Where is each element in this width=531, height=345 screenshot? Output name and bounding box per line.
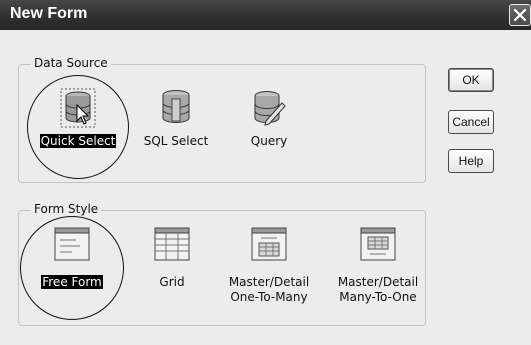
data-source-label: Quick Select [30,134,126,149]
master-detail-one-to-many-icon [221,227,317,267]
cancel-button[interactable]: Cancel [448,110,494,134]
free-form-label-wrap: Free Form [24,275,120,290]
help-button[interactable]: Help [448,149,494,173]
freeform-icon [24,227,120,267]
ok-button[interactable]: OK [448,68,494,92]
grid-icon [124,227,220,267]
master-detail-one-to-many-sublabel: One-To-Many [230,290,308,304]
form-style-group-label: Form Style [31,202,102,216]
data-source-group-label: Data Source [31,56,111,70]
master-detail-many-to-one-icon [330,227,426,267]
sql-select-label: SQL Select [143,134,209,148]
query-label: Query [250,134,288,148]
database-cursor-icon [30,88,126,128]
window-title: New Form [10,5,88,22]
free-form-label: Free Form [41,275,103,289]
close-icon [513,8,527,22]
new-form-dialog: New Form Data Source Quick Select SQL Se… [0,0,531,345]
master-detail-many-to-one-sublabel: Many-To-One [339,290,417,304]
database-icon [128,88,224,128]
title-bar[interactable]: New Form [0,0,531,30]
master-detail-one-to-many-label: Master/Detail [228,275,310,289]
grid-label: Grid [159,275,185,289]
close-button[interactable] [509,4,531,26]
master-detail-many-to-one-label: Master/Detail [337,275,419,289]
quick-select-label: Quick Select [39,134,117,148]
database-pencil-icon [221,88,317,128]
